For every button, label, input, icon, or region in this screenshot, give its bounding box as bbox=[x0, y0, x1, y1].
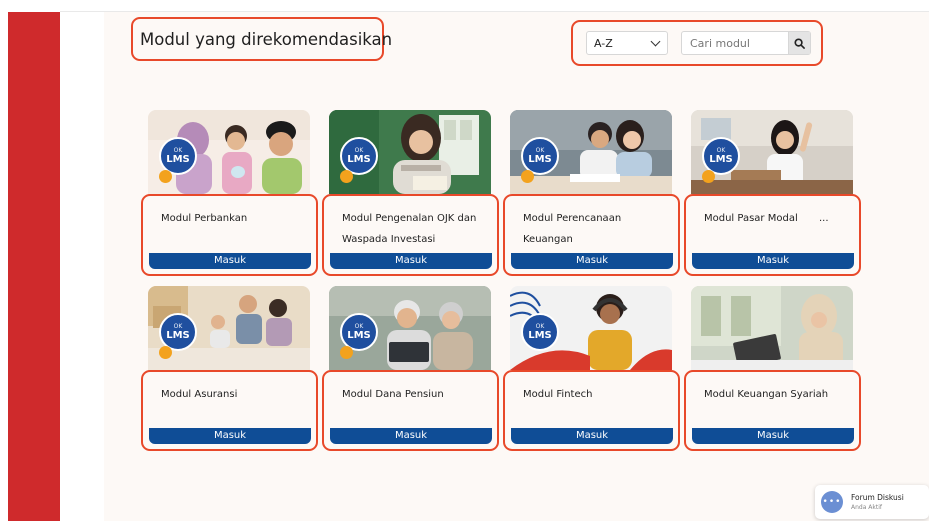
page-title-box: Modul yang direkomendasikan bbox=[131, 17, 392, 61]
forum-diskusi-widget[interactable]: ••• Forum Diskusi Anda Aktif bbox=[815, 485, 929, 519]
search-button[interactable] bbox=[788, 32, 810, 54]
chat-bubble-icon: ••• bbox=[821, 491, 843, 513]
module-image-pasar-modal: OK LMS bbox=[691, 110, 853, 194]
module-title: Modul Dana Pensiun bbox=[342, 389, 444, 400]
masuk-button[interactable]: Masuk bbox=[149, 428, 311, 444]
masuk-button[interactable]: Masuk bbox=[692, 253, 854, 269]
module-card-ojk: Modul Pengenalan OJK dan Waspada Investa… bbox=[322, 194, 500, 276]
module-card-keuangan-syariah: Modul Keuangan Syariah Masuk bbox=[684, 370, 862, 451]
module-image-keuangan-syariah bbox=[691, 286, 853, 370]
decor-dot bbox=[159, 170, 172, 183]
module-image-fintech: OK LMS bbox=[510, 286, 672, 370]
module-title: Modul Asuransi bbox=[161, 389, 238, 400]
masuk-button[interactable]: Masuk bbox=[511, 428, 673, 444]
search-icon bbox=[794, 37, 805, 49]
decor-dot bbox=[159, 346, 172, 359]
module-card-perbankan: Modul Perbankan Masuk bbox=[141, 194, 319, 276]
module-card-fintech: Modul Fintech Masuk bbox=[503, 370, 681, 451]
module-image-perencanaan: OK LMS bbox=[510, 110, 672, 194]
ellipsis-text: ... bbox=[819, 213, 829, 224]
search-box bbox=[681, 31, 811, 55]
module-title: Modul Pengenalan OJK dan Waspada Investa… bbox=[342, 213, 477, 245]
toolbar: A-Z bbox=[571, 20, 823, 66]
forum-title: Forum Diskusi bbox=[851, 493, 904, 502]
decor-dot bbox=[340, 170, 353, 183]
decor-dot bbox=[521, 170, 534, 183]
module-title: Modul Pasar Modal bbox=[704, 213, 798, 224]
decor-dot bbox=[340, 346, 353, 359]
module-image-ojk: OK LMS bbox=[329, 110, 491, 194]
module-image-perbankan: OK LMS bbox=[148, 110, 310, 194]
module-card-dana-pensiun: Modul Dana Pensiun Masuk bbox=[322, 370, 500, 451]
chevron-down-icon bbox=[650, 36, 661, 46]
module-title: Modul Keuangan Syariah bbox=[704, 389, 829, 400]
module-image-dana-pensiun: OK LMS bbox=[329, 286, 491, 370]
sort-value: A-Z bbox=[594, 36, 613, 50]
module-title: Modul Fintech bbox=[523, 389, 593, 400]
module-title: Modul Perencanaan Keuangan bbox=[523, 213, 622, 245]
search-input[interactable] bbox=[682, 32, 788, 54]
masuk-button[interactable]: Masuk bbox=[511, 253, 673, 269]
masuk-button[interactable]: Masuk bbox=[149, 253, 311, 269]
decor-dot bbox=[702, 170, 715, 183]
module-image-asuransi: OK LMS bbox=[148, 286, 310, 370]
masuk-button[interactable]: Masuk bbox=[692, 428, 854, 444]
module-card-pasar-modal: Modul Pasar Modal ... Masuk bbox=[684, 194, 862, 276]
module-card-perencanaan: Modul Perencanaan Keuangan Masuk bbox=[503, 194, 681, 276]
module-title: Modul Perbankan bbox=[161, 213, 248, 224]
masuk-button[interactable]: Masuk bbox=[330, 253, 492, 269]
sort-select[interactable]: A-Z bbox=[586, 31, 668, 55]
sidebar bbox=[8, 12, 60, 521]
masuk-button[interactable]: Masuk bbox=[330, 428, 492, 444]
lms-logo: OK LMS bbox=[521, 313, 559, 351]
module-card-asuransi: Modul Asuransi Masuk bbox=[141, 370, 319, 451]
forum-status: Anda Aktif bbox=[851, 504, 883, 511]
page-title: Modul yang direkomendasikan bbox=[140, 29, 393, 49]
top-divider bbox=[60, 11, 929, 12]
